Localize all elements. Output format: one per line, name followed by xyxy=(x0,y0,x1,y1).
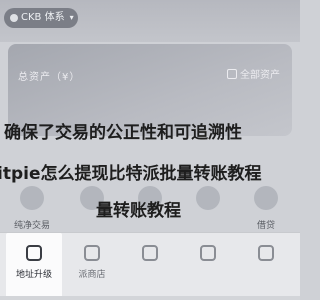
nav-item-label: 派商店 xyxy=(78,270,106,280)
message-icon xyxy=(200,245,216,261)
network-icon xyxy=(10,14,18,22)
nav-item-upgrade[interactable]: 地址升级 xyxy=(6,233,62,300)
stake-icon xyxy=(196,186,220,210)
quick-action-trade[interactable]: 纯净交易 xyxy=(2,176,62,231)
trade-icon xyxy=(20,186,44,210)
profile-icon xyxy=(258,245,274,261)
quick-action-label: 纯净交易 xyxy=(13,221,50,231)
loan-icon xyxy=(254,186,278,210)
all-assets-label: 全部资产 xyxy=(240,70,280,81)
bottom-nav: 地址升级 派商店 xyxy=(0,232,300,300)
nav-item-message[interactable] xyxy=(180,233,236,300)
quick-action-loan[interactable]: 借贷 xyxy=(236,176,296,231)
top-bar: CKB 体系 ▾ xyxy=(0,0,300,42)
all-assets-button[interactable]: 全部资产 xyxy=(227,66,280,81)
home-indicator-area xyxy=(0,296,300,300)
nav-item-profile[interactable] xyxy=(238,233,294,300)
quick-action-label: 借贷 xyxy=(256,221,275,231)
wallet-icon xyxy=(227,68,237,79)
overlay-headline-3: 量转账教程 xyxy=(96,201,181,221)
network-label: CKB 体系 xyxy=(21,12,65,23)
chevron-down-icon: ▾ xyxy=(69,13,74,22)
nav-item-store[interactable]: 派商店 xyxy=(64,233,120,300)
nav-item-discover[interactable] xyxy=(122,233,178,300)
overlay-headline-1: 确保了交易的公正性和可追溯性 xyxy=(4,123,242,143)
network-selector[interactable]: CKB 体系 ▾ xyxy=(4,8,78,28)
total-assets-label: 总资产（¥） xyxy=(18,72,81,83)
discover-icon xyxy=(142,245,158,261)
upgrade-icon xyxy=(26,245,42,261)
overlay-headline-2: itpie怎么提现比特派批量转账教程 xyxy=(0,164,262,184)
store-icon xyxy=(84,245,100,261)
nav-item-label: 地址升级 xyxy=(15,270,52,280)
